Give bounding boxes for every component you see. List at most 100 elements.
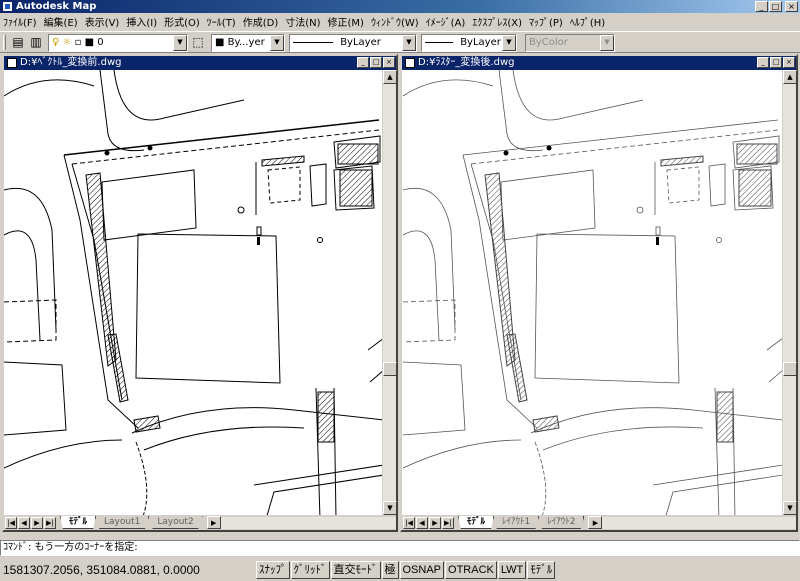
prev-tab-button[interactable]: ◀	[18, 516, 30, 529]
menu-draw[interactable]: 作成(D)	[243, 14, 279, 29]
lineweight-dropdown-arrow[interactable]: ▼	[502, 35, 516, 51]
sun-icon: ☼	[62, 37, 72, 48]
scroll-thumb[interactable]	[783, 362, 797, 376]
window-restore-button[interactable]: □	[370, 57, 382, 68]
drawing-window-raster: D:¥ﾗｽﾀｰ_変換後.dwg _ □ × ▲ ▼ |◀ ◀ ▶ ▶| ﾓﾃﾞﾙ…	[400, 54, 798, 532]
layer-value: 0	[97, 37, 104, 48]
window-minimize-button[interactable]: _	[357, 57, 369, 68]
scroll-down-arrow[interactable]: ▼	[383, 501, 397, 515]
status-bar: 1581307.2056, 351084.0881, 0.0000 ｽﾅｯﾌﾟ …	[0, 559, 800, 581]
first-tab-button[interactable]: |◀	[403, 516, 415, 529]
layout-tab-bar: |◀ ◀ ▶ ▶| ﾓﾃﾞﾙ ﾚｲｱｳﾄ1 ﾚｲｱｳﾄ2 ▶	[402, 515, 796, 530]
make-object-layer-current-icon[interactable]: ⬚	[190, 35, 206, 50]
color-swatch-icon: ■	[84, 37, 95, 48]
next-tab-button[interactable]: ▶	[429, 516, 441, 529]
coordinate-display[interactable]: 1581307.2056, 351084.0881, 0.0000	[0, 563, 256, 577]
menu-edit[interactable]: 編集(E)	[44, 14, 78, 29]
lineweight-preview	[425, 41, 453, 43]
lightbulb-icon: ♀	[52, 37, 60, 48]
toolbar-grip[interactable]	[3, 35, 6, 50]
layer-manager-icon[interactable]: ▤	[10, 35, 26, 50]
model-toggle[interactable]: ﾓﾃﾞﾙ	[527, 561, 556, 579]
lwt-toggle[interactable]: LWT	[497, 561, 527, 579]
properties-toolbar: ▤ ▥ ♀ ☼ ▫ ■ 0 ▼ ⬚ ■ By...yer ▼ ByLayer ▼…	[0, 31, 800, 53]
layer-select[interactable]: ♀ ☼ ▫ ■ 0 ▼	[48, 34, 188, 52]
tab-model[interactable]: ﾓﾃﾞﾙ	[458, 516, 495, 529]
scroll-down-arrow[interactable]: ▼	[783, 501, 797, 515]
color-select[interactable]: ■ By...yer ▼	[211, 34, 285, 52]
snap-toggle[interactable]: ｽﾅｯﾌﾟ	[256, 561, 290, 579]
vertical-scrollbar[interactable]: ▲ ▼	[382, 70, 397, 515]
tab-layout1[interactable]: ﾚｲｱｳﾄ1	[493, 516, 540, 529]
menu-bar: ﾌｧｲﾙ(F) 編集(E) 表示(V) 挿入(I) 形式(O) ﾂｰﾙ(T) 作…	[0, 13, 800, 30]
tab-layout2[interactable]: Layout2	[148, 516, 203, 529]
scroll-right-arrow[interactable]: ▶	[206, 515, 221, 529]
menu-help[interactable]: ﾍﾙﾌﾟ(H)	[570, 14, 605, 29]
color-square-icon: ■	[215, 37, 225, 48]
tab-layout1[interactable]: Layout1	[95, 516, 150, 529]
plotstyle-value: ByColor	[529, 37, 568, 48]
close-button[interactable]: ×	[785, 1, 798, 12]
horizontal-scrollbar[interactable]: ▶	[206, 515, 396, 529]
window-caption: D:¥ﾍﾞｸﾄﾙ_変換前.dwg _ □ ×	[4, 56, 396, 70]
menu-image[interactable]: ｲﾒｰｼﾞ(A)	[426, 14, 466, 29]
layer-previous-icon[interactable]: ▥	[28, 35, 44, 50]
linetype-dropdown-arrow[interactable]: ▼	[402, 35, 416, 51]
raster-map-drawing	[402, 70, 782, 515]
drawing-window-vector: D:¥ﾍﾞｸﾄﾙ_変換前.dwg _ □ × ▲ ▼ |◀ ◀ ▶ ▶| ﾓﾃﾞ…	[2, 54, 398, 532]
lineweight-select[interactable]: ByLayer ▼	[421, 34, 517, 52]
lineweight-value: ByLayer	[460, 37, 501, 48]
color-dropdown-arrow[interactable]: ▼	[270, 35, 284, 51]
linetype-select[interactable]: ByLayer ▼	[289, 34, 417, 52]
vertical-scrollbar[interactable]: ▲ ▼	[782, 70, 797, 515]
menu-view[interactable]: 表示(V)	[85, 14, 120, 29]
command-prompt: ｺﾏﾝﾄﾞ: もう一方のｺｰﾅｰを指定:	[3, 542, 138, 553]
menu-map[interactable]: ﾏｯﾌﾟ(P)	[529, 14, 563, 29]
menu-modify[interactable]: 修正(M)	[328, 14, 364, 29]
menu-format[interactable]: 形式(O)	[164, 14, 200, 29]
grid-toggle[interactable]: ｸﾞﾘｯﾄﾞ	[290, 561, 330, 579]
minimize-button[interactable]: _	[755, 1, 768, 12]
scroll-up-arrow[interactable]: ▲	[383, 70, 397, 84]
scroll-thumb[interactable]	[383, 362, 397, 376]
menu-insert[interactable]: 挿入(I)	[126, 14, 157, 29]
menu-tools[interactable]: ﾂｰﾙ(T)	[207, 14, 236, 29]
polar-toggle[interactable]: 極	[381, 561, 399, 579]
menu-file[interactable]: ﾌｧｲﾙ(F)	[3, 14, 37, 29]
horizontal-scrollbar[interactable]: ▶	[588, 515, 796, 529]
command-line[interactable]: ｺﾏﾝﾄﾞ: もう一方のｺｰﾅｰを指定:	[0, 540, 800, 556]
first-tab-button[interactable]: |◀	[5, 516, 17, 529]
drawing-canvas[interactable]	[4, 70, 382, 515]
tab-model[interactable]: ﾓﾃﾞﾙ	[60, 516, 97, 529]
ortho-toggle[interactable]: 直交ﾓｰﾄﾞ	[330, 561, 381, 579]
layer-dropdown-arrow[interactable]: ▼	[173, 35, 187, 51]
autodesk-map-icon	[2, 1, 13, 12]
otrack-toggle[interactable]: OTRACK	[445, 561, 497, 579]
next-tab-button[interactable]: ▶	[31, 516, 43, 529]
lock-icon: ▫	[74, 37, 82, 48]
scroll-right-arrow[interactable]: ▶	[588, 515, 603, 529]
last-tab-button[interactable]: ▶|	[442, 516, 454, 529]
plotstyle-select: ByColor ▼	[525, 34, 615, 52]
window-restore-button[interactable]: □	[770, 57, 782, 68]
window-minimize-button[interactable]: _	[757, 57, 769, 68]
menu-dimension[interactable]: 寸法(N)	[285, 14, 320, 29]
window-title: D:¥ﾍﾞｸﾄﾙ_変換前.dwg	[20, 57, 122, 68]
menu-express[interactable]: ｴｸｽﾌﾟﾚｽ(X)	[472, 14, 522, 29]
osnap-toggle[interactable]: OSNAP	[399, 561, 445, 579]
last-tab-button[interactable]: ▶|	[44, 516, 56, 529]
linetype-preview	[293, 41, 333, 43]
scroll-up-arrow[interactable]: ▲	[783, 70, 797, 84]
window-close-button[interactable]: ×	[383, 57, 395, 68]
prev-tab-button[interactable]: ◀	[416, 516, 428, 529]
window-close-button[interactable]: ×	[783, 57, 795, 68]
drawing-file-icon	[7, 58, 17, 68]
maximize-button[interactable]: □	[769, 1, 782, 12]
vector-map-drawing	[4, 70, 382, 515]
drawing-canvas[interactable]	[402, 70, 782, 515]
window-caption: D:¥ﾗｽﾀｰ_変換後.dwg _ □ ×	[402, 56, 796, 70]
drawing-file-icon	[405, 58, 415, 68]
tab-layout2[interactable]: ﾚｲｱｳﾄ2	[538, 516, 585, 529]
layout-tab-bar: |◀ ◀ ▶ ▶| ﾓﾃﾞﾙ Layout1 Layout2 ▶	[4, 515, 396, 530]
menu-window[interactable]: ｳｨﾝﾄﾞｳ(W)	[371, 14, 419, 29]
